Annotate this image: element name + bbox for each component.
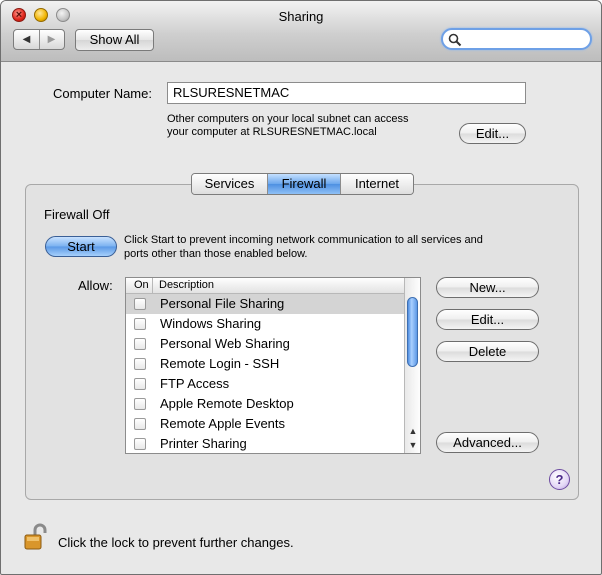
list-item[interactable]: Remote Login - SSH bbox=[126, 354, 404, 374]
service-name: Personal Web Sharing bbox=[160, 336, 290, 351]
search-icon bbox=[448, 33, 462, 47]
service-name: Printer Sharing bbox=[160, 436, 247, 451]
service-checkbox[interactable] bbox=[134, 358, 146, 370]
service-name: Windows Sharing bbox=[160, 316, 262, 331]
vertical-scrollbar[interactable]: ▲ ▼ bbox=[404, 278, 420, 453]
list-item[interactable]: Apple Remote Desktop bbox=[126, 394, 404, 414]
allow-label: Allow: bbox=[78, 278, 113, 293]
window-title: Sharing bbox=[278, 9, 324, 24]
column-header-on[interactable]: On bbox=[134, 278, 149, 293]
show-all-button[interactable]: Show All bbox=[75, 29, 154, 51]
service-name: Remote Login - SSH bbox=[160, 356, 280, 371]
computer-name-field[interactable]: RLSURESNETMAC bbox=[167, 82, 526, 104]
firewall-description-line2: ports other than those enabled below. bbox=[124, 248, 308, 260]
list-header: On Description bbox=[126, 278, 404, 294]
service-checkbox[interactable] bbox=[134, 418, 146, 430]
forward-arrow-icon: ▶ bbox=[47, 34, 56, 45]
tab-internet[interactable]: Internet bbox=[341, 174, 413, 194]
service-name: FTP Access bbox=[160, 376, 230, 391]
column-header-description[interactable]: Description bbox=[159, 278, 214, 293]
lock-button[interactable] bbox=[23, 523, 49, 554]
list-item[interactable]: Remote Apple Events bbox=[126, 414, 404, 434]
help-button[interactable]: ? bbox=[549, 469, 570, 490]
computer-name-edit-button[interactable]: Edit... bbox=[459, 123, 526, 144]
service-checkbox[interactable] bbox=[134, 338, 146, 350]
service-checkbox[interactable] bbox=[134, 398, 146, 410]
edit-service-button[interactable]: Edit... bbox=[436, 309, 539, 330]
firewall-status: Firewall Off bbox=[44, 207, 110, 222]
delete-service-button[interactable]: Delete bbox=[436, 341, 539, 362]
advanced-button[interactable]: Advanced... bbox=[436, 432, 539, 453]
service-checkbox[interactable] bbox=[134, 378, 146, 390]
scrollbar-thumb[interactable] bbox=[407, 297, 418, 367]
list-item[interactable]: Personal File Sharing bbox=[126, 294, 404, 314]
tab-firewall[interactable]: Firewall bbox=[268, 174, 341, 194]
service-name: Remote Apple Events bbox=[160, 416, 286, 431]
service-name: Apple Remote Desktop bbox=[160, 396, 294, 411]
scroll-down-arrow-icon: ▼ bbox=[408, 440, 418, 450]
list-rows: Personal File Sharing Windows Sharing Pe… bbox=[126, 294, 404, 453]
search-field[interactable] bbox=[441, 28, 592, 50]
list-item[interactable]: Personal Web Sharing bbox=[126, 334, 404, 354]
list-item[interactable]: Windows Sharing bbox=[126, 314, 404, 334]
service-checkbox[interactable] bbox=[134, 438, 146, 450]
list-item[interactable]: Printer Sharing bbox=[126, 434, 404, 453]
service-checkbox[interactable] bbox=[134, 318, 146, 330]
tab-bar: Services Firewall Internet bbox=[191, 173, 414, 195]
back-button[interactable]: ◀ bbox=[14, 30, 40, 49]
column-divider bbox=[152, 278, 153, 293]
list-item[interactable]: FTP Access bbox=[126, 374, 404, 394]
scroll-up-arrow-icon: ▲ bbox=[408, 426, 418, 436]
computer-name-label: Computer Name: bbox=[53, 86, 152, 101]
back-arrow-icon: ◀ bbox=[22, 34, 31, 45]
computer-info-line2: your computer at RLSURESNETMAC.local bbox=[167, 126, 377, 138]
help-icon: ? bbox=[555, 472, 564, 487]
sharing-window: × Sharing ◀ ▶ Show All Computer Name: RL… bbox=[0, 0, 602, 575]
title-bar: × Sharing ◀ ▶ Show All bbox=[1, 1, 601, 62]
pane-content: Computer Name: RLSURESNETMAC Other compu… bbox=[1, 62, 601, 574]
computer-info-line1: Other computers on your local subnet can… bbox=[167, 113, 409, 125]
scroll-down-button[interactable]: ▼ bbox=[405, 438, 420, 452]
unlocked-padlock-icon bbox=[24, 523, 47, 550]
firewall-description-line1: Click Start to prevent incoming network … bbox=[124, 234, 483, 246]
lock-message: Click the lock to prevent further change… bbox=[58, 535, 294, 550]
new-service-button[interactable]: New... bbox=[436, 277, 539, 298]
service-checkbox[interactable] bbox=[134, 298, 146, 310]
services-list[interactable]: On Description Personal File Sharing Win… bbox=[125, 277, 421, 454]
tab-services[interactable]: Services bbox=[192, 174, 268, 194]
service-name: Personal File Sharing bbox=[160, 296, 285, 311]
back-forward-control: ◀ ▶ bbox=[13, 29, 65, 50]
start-firewall-button[interactable]: Start bbox=[45, 236, 117, 257]
forward-button[interactable]: ▶ bbox=[39, 30, 64, 49]
scroll-up-button[interactable]: ▲ bbox=[405, 424, 420, 438]
